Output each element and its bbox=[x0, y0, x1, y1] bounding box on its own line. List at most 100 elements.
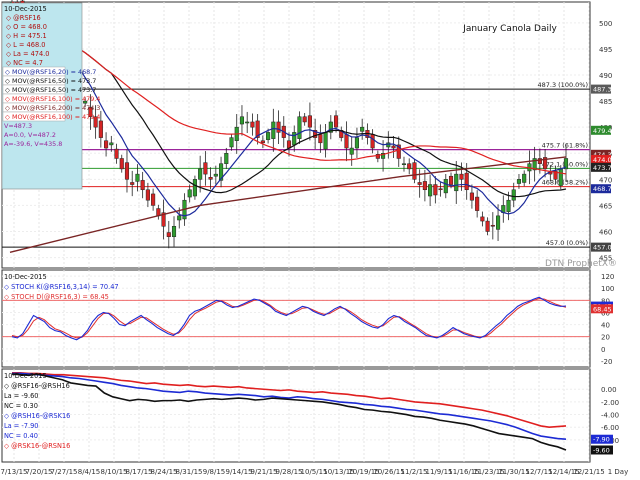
info-extra: A=-39.6, V=435.8 bbox=[4, 140, 62, 148]
spread-info-line: ◇ @RSH16-@RSK16 bbox=[4, 412, 70, 420]
stochastic-panel: -20 0 20 40 60 8010012010-Dec-2015◇ STOC… bbox=[1, 269, 614, 368]
candle bbox=[292, 132, 297, 146]
spread-info-line: La = -9.60 bbox=[4, 392, 39, 400]
candle bbox=[208, 176, 213, 180]
candle bbox=[307, 115, 312, 128]
candle bbox=[187, 189, 192, 198]
candle bbox=[171, 226, 177, 237]
candle bbox=[250, 121, 255, 128]
x-tick-label: 7/13/15 bbox=[1, 468, 28, 476]
candle bbox=[145, 189, 150, 201]
chart-title: January Canola Daily bbox=[462, 24, 557, 34]
candle bbox=[333, 115, 339, 128]
ma-label: ◇ MOV(@RSF16,100) = 479.4 bbox=[5, 95, 100, 103]
price-tick-label: 490 bbox=[599, 72, 612, 80]
candle bbox=[192, 179, 197, 197]
candle bbox=[475, 196, 480, 211]
fib-label: 468.6 (38.2%) bbox=[542, 179, 588, 187]
spread-panel: 0.00-2.00-4.00-6.00-8.0010-Dec-2015◇ @RS… bbox=[1, 368, 619, 463]
candle bbox=[511, 189, 516, 201]
info-extra: A=0.0, V=487.2 bbox=[4, 131, 56, 139]
candle bbox=[302, 116, 307, 123]
candle bbox=[104, 140, 109, 149]
candle bbox=[391, 145, 396, 149]
stoch-badge-label: 68.45 bbox=[593, 305, 612, 313]
x-tick-label: 8/10/15 bbox=[101, 468, 128, 476]
x-footer-label: 1 Day bbox=[608, 468, 629, 476]
ma-label: ◇ MOV(@RSF16,200) = 474.3 bbox=[5, 104, 100, 112]
candle bbox=[198, 168, 203, 180]
candle bbox=[360, 126, 365, 132]
candle bbox=[119, 158, 124, 170]
candle bbox=[297, 116, 302, 139]
candle bbox=[516, 179, 522, 184]
spread-info-line: NC = 0.30 bbox=[4, 402, 38, 410]
x-tick-label: 12/21/15 bbox=[573, 468, 604, 476]
stoch-tick-label: -20 bbox=[601, 358, 612, 366]
candle bbox=[433, 184, 438, 196]
ma-label: ◇ MOV(@RSF16,100) = 479.4 bbox=[5, 113, 100, 121]
candle bbox=[401, 163, 407, 165]
candle bbox=[480, 216, 485, 222]
info-extra: V=487.3 bbox=[4, 122, 32, 130]
x-tick-label: 8/4/15 bbox=[78, 468, 101, 476]
candle bbox=[318, 134, 323, 144]
fib-label: 487.3 (100.0%) bbox=[537, 81, 588, 89]
x-tick-label: 7/27/15 bbox=[51, 468, 78, 476]
candle bbox=[130, 182, 135, 185]
candle bbox=[323, 132, 328, 150]
x-tick-label: 9/8/15 bbox=[203, 468, 226, 476]
info-line: ◇ La = 474.0 bbox=[6, 50, 49, 58]
stoch-d-label: ◇ STOCH D(@RSF16,3) = 68.45 bbox=[4, 293, 109, 301]
info-line: ◇ L = 468.0 bbox=[6, 41, 45, 49]
candle bbox=[558, 168, 563, 186]
chart-canvas: 455460465470475480485490495500487.3 (100… bbox=[1, 0, 629, 476]
stoch-tick-label: 20 bbox=[601, 334, 610, 342]
candle bbox=[407, 163, 412, 170]
candle bbox=[245, 121, 250, 124]
info-line: ◇ NC = 4.7 bbox=[6, 59, 43, 67]
candle bbox=[260, 140, 265, 144]
spread-frame bbox=[1, 368, 591, 463]
stoch-date: 10-Dec-2015 bbox=[4, 273, 47, 281]
candle bbox=[276, 121, 281, 133]
x-tick-label: 9/21/15 bbox=[251, 468, 278, 476]
price-badge-label: 474.0 bbox=[593, 156, 612, 164]
candle bbox=[135, 173, 140, 182]
ma-label: ◇ MOV(@RSF16,50) = 473.7 bbox=[5, 86, 96, 94]
info-line: ◇ @RSF16 bbox=[6, 14, 41, 22]
x-tick-label: 8/24/15 bbox=[151, 468, 178, 476]
stoch-k-label: ◇ STOCH K(@RSF16,3,14) = 70.47 bbox=[4, 283, 119, 291]
x-tick-label: 8/17/15 bbox=[126, 468, 153, 476]
spread-info-line: ◇ @RSF16-@RSH16 bbox=[4, 382, 70, 390]
price-badge-label: 457.0 bbox=[593, 244, 612, 252]
spread-tick-label: -6.00 bbox=[601, 424, 619, 432]
price-tick-label: 465 bbox=[599, 202, 612, 210]
x-tick-label: 7/20/15 bbox=[26, 468, 53, 476]
watermark: DTN ProphetX® bbox=[545, 259, 617, 269]
candle bbox=[271, 121, 276, 139]
spread-info-line: ◇ @RSK16-@RSN16 bbox=[4, 442, 70, 450]
price-badge-label: 487.3 bbox=[593, 86, 612, 94]
price-badge-label: 479.4 bbox=[593, 127, 612, 135]
x-tick-label: 8/31/15 bbox=[176, 468, 203, 476]
price-badge-label: 473.7 bbox=[593, 164, 612, 172]
x-tick-label: 9/14/15 bbox=[226, 468, 253, 476]
candle bbox=[496, 215, 501, 230]
stoch-tick-label: 120 bbox=[601, 273, 614, 281]
candle bbox=[151, 193, 156, 206]
price-badge-label: 468.7 bbox=[593, 185, 612, 193]
candle bbox=[114, 148, 119, 159]
candle bbox=[506, 199, 511, 212]
candle bbox=[422, 181, 427, 191]
price-tick-label: 470 bbox=[599, 176, 612, 184]
ma-label: ◇ MOV(@RSF16,50) = 473.7 bbox=[5, 77, 96, 85]
spread-info-line: NC = 0.40 bbox=[4, 432, 38, 440]
spread-date: 10-Dec-2015 bbox=[4, 372, 47, 380]
candle bbox=[464, 172, 469, 191]
candle bbox=[140, 180, 145, 191]
candle bbox=[490, 224, 495, 227]
candle bbox=[485, 220, 490, 232]
stoch-tick-label: 40 bbox=[601, 322, 610, 330]
candle bbox=[469, 192, 474, 201]
